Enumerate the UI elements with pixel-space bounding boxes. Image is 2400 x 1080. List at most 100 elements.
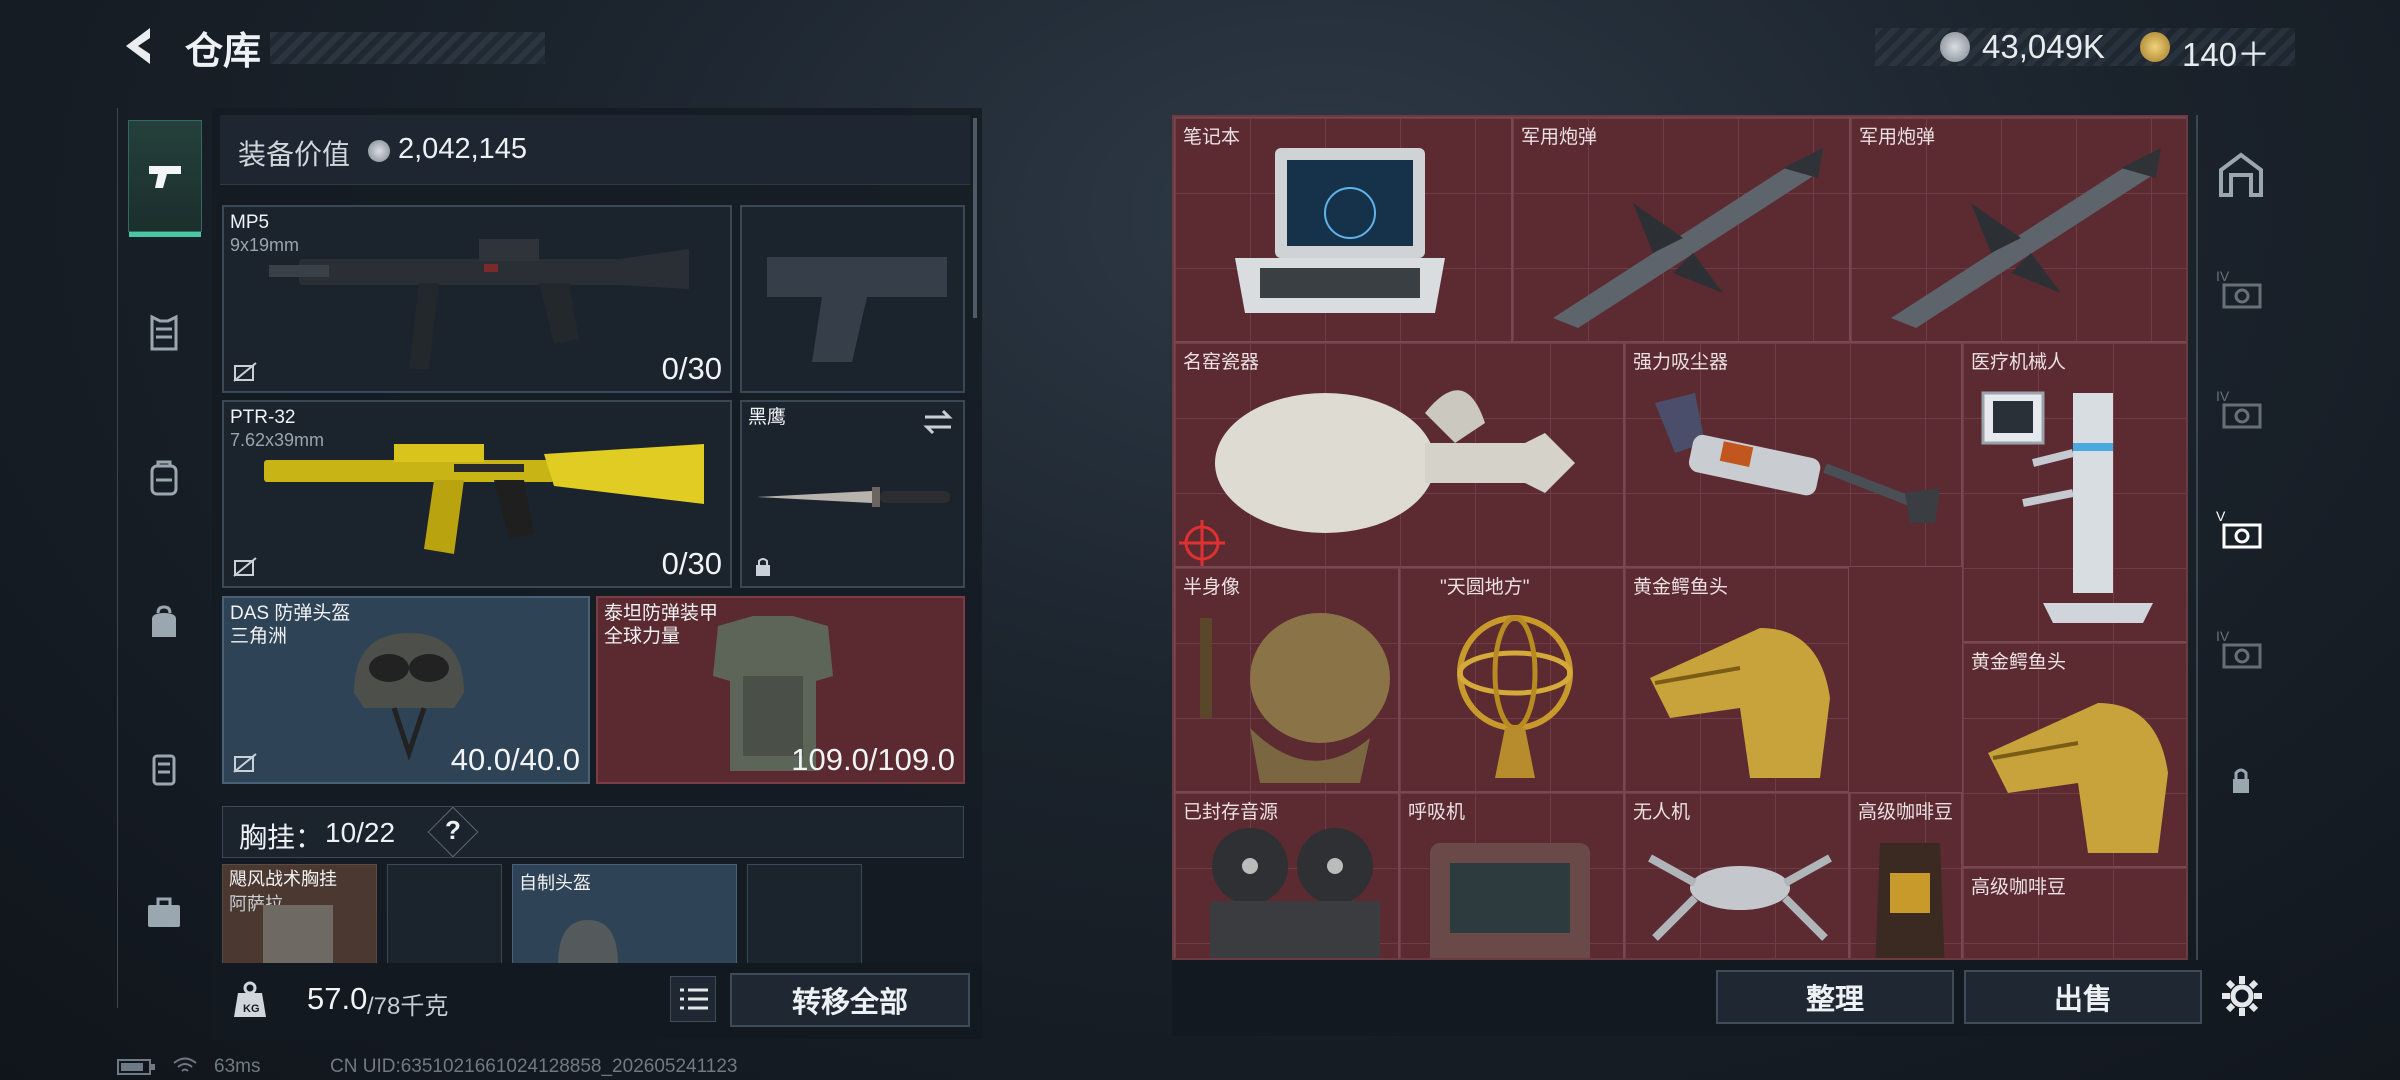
organize-button[interactable]: 整理 [1716, 970, 1954, 1024]
primary-weapon-slot[interactable]: MP5 9x19mm 0/30 [222, 205, 732, 393]
pistol-placeholder-icon [767, 257, 947, 362]
helmet-icon [558, 920, 618, 963]
storage-item[interactable]: 黄金鳄鱼头 [1962, 642, 2186, 867]
storage-tier-4-icon[interactable]: IV [2216, 385, 2266, 435]
storage-item[interactable]: 军用炮弹 [1512, 117, 1850, 342]
storage-tier-4-icon[interactable]: IV [2216, 625, 2266, 675]
rig-item-name: 飓风战术胸挂 [229, 869, 337, 889]
ventilator-icon [1430, 843, 1590, 958]
storage-tier-4-icon[interactable]: IV [2216, 265, 2266, 315]
gold-crocodile-head-icon [1988, 703, 2168, 853]
tab-toolbox[interactable] [128, 858, 200, 968]
storage-item[interactable]: 黄金鳄鱼头 [1624, 567, 1849, 792]
equipment-value-label: 装备价值 [238, 139, 351, 170]
storage-item[interactable]: 无人机 [1624, 792, 1849, 958]
lock-icon[interactable] [2216, 755, 2266, 805]
reel-recorder-icon [1210, 828, 1380, 958]
equipment-scrollbar[interactable] [973, 118, 977, 318]
sell-button[interactable]: 出售 [1964, 970, 2202, 1024]
category-rail [117, 108, 209, 1008]
storage-item[interactable]: 高级咖啡豆 [1849, 792, 1962, 958]
item-label: 黄金鳄鱼头 [1971, 652, 2067, 673]
weight-capacity: /78千克 [367, 993, 449, 1020]
tab-weapons[interactable] [128, 120, 202, 237]
secondary-weapon-slot[interactable]: PTR-32 7.62x39mm 0/30 [222, 400, 732, 588]
storage-item[interactable]: 医疗机械人 [1962, 342, 2186, 642]
storage-tier-5-icon[interactable]: V [2216, 505, 2266, 555]
settings-gear-icon[interactable] [2220, 974, 2264, 1018]
back-button[interactable] [118, 24, 162, 68]
help-icon: ? [445, 815, 461, 845]
chest-rig-capacity: 10/22 [325, 817, 396, 848]
no-insure-icon [233, 362, 257, 382]
item-label: 黄金鳄鱼头 [1633, 577, 1729, 598]
transfer-all-button[interactable]: 转移全部 [730, 973, 970, 1027]
helmet-durability: 40.0/40.0 [450, 742, 580, 777]
bust-icon [1200, 613, 1390, 783]
equipment-value-bar: 装备价值 2,042,145 [220, 115, 970, 185]
weapon-name: MP5 [230, 212, 270, 233]
armor-slot[interactable]: 泰坦防弹装甲 全球力量 109.0/109.0 [596, 596, 965, 784]
swap-icon[interactable] [921, 408, 955, 436]
chest-rig-label: 胸挂： [239, 822, 324, 853]
bag-icon [152, 605, 176, 637]
medical-robot-icon [1981, 391, 2153, 623]
ammo-count: 0/30 [661, 546, 722, 581]
user-id: CN UID:6351021661024128858_202605241123 [330, 1056, 738, 1077]
back-arrow-icon [126, 28, 150, 64]
helmet-name: DAS 防弹头盔 [230, 603, 351, 624]
gold-balance[interactable]: 140＋ [2182, 28, 2270, 76]
storage-item[interactable]: 军用炮弹 [1850, 117, 2186, 342]
drone-icon [1648, 854, 1832, 941]
storage-item[interactable]: 名窑瓷器 [1174, 342, 1624, 567]
tab-armor[interactable] [128, 278, 200, 388]
silver-balance: 43,049K [1982, 28, 2105, 65]
ptr32-icon [264, 444, 704, 554]
page-title: 仓库 [185, 31, 262, 73]
storage-item[interactable]: 笔记本 [1174, 117, 1512, 342]
laptop-icon [1235, 148, 1445, 313]
vest-icon [150, 314, 178, 351]
svg-text:IV: IV [2216, 268, 2230, 284]
svg-text:IV: IV [2216, 388, 2230, 404]
storage-item[interactable]: 强力吸尘器 [1624, 342, 1962, 567]
porcelain-vase-icon [1215, 390, 1575, 533]
storage-item[interactable]: 呼吸机 [1399, 792, 1624, 958]
melee-slot[interactable]: 黑鹰 [740, 400, 965, 588]
tab-backpack[interactable] [128, 423, 200, 533]
helmet-icon [354, 633, 464, 761]
list-view-button[interactable] [670, 976, 716, 1022]
case-icon [152, 754, 176, 786]
rig-item-slot[interactable]: 自制头盔 [512, 864, 737, 964]
missile-icon [1891, 148, 2161, 328]
coffee-bag-icon [1875, 843, 1945, 958]
rig-item-slot[interactable]: 飓风战术胸挂 阿萨拉 [222, 864, 377, 964]
current-weight: 57.0 [307, 981, 368, 1016]
wifi-icon [173, 1057, 197, 1072]
storage-item[interactable]: 已封存音源 [1174, 792, 1399, 958]
weight-kg-icon: KG [234, 981, 266, 1017]
rig-item-name: 自制头盔 [519, 873, 591, 893]
empty-rig-slot[interactable] [747, 864, 862, 964]
storage-item[interactable]: 半身像 [1174, 567, 1399, 792]
empty-rig-slot[interactable] [387, 864, 502, 964]
vacuum-icon [1655, 393, 1940, 523]
armillary-sphere-icon [1457, 615, 1573, 778]
pistol-slot[interactable] [740, 205, 965, 393]
melee-name: 黑鹰 [748, 407, 787, 428]
helmet-slot[interactable]: DAS 防弹头盔 三角洲 40.0/40.0 [222, 596, 590, 784]
warehouse-icon[interactable] [2216, 150, 2266, 200]
storage-grid: 笔记本 军用炮弹 军用炮弹 名窑瓷器 强力吸尘器 医疗机械人 半身像 "天圆地方… [1172, 115, 2188, 960]
ping-readout: 63ms [214, 1056, 261, 1077]
list-icon [680, 988, 708, 1010]
equipment-value: 2,042,145 [398, 133, 528, 165]
svg-text:KG: KG [243, 1003, 260, 1015]
storage-item[interactable]: 高级咖啡豆 [1962, 867, 2186, 958]
tab-bag[interactable] [128, 568, 200, 678]
tab-case[interactable] [128, 713, 200, 823]
missile-icon [1553, 148, 1823, 328]
pistol-icon [149, 166, 181, 188]
lock-icon [756, 558, 770, 576]
toolbox-icon [148, 897, 180, 927]
storage-item[interactable]: "天圆地方" [1399, 567, 1624, 792]
